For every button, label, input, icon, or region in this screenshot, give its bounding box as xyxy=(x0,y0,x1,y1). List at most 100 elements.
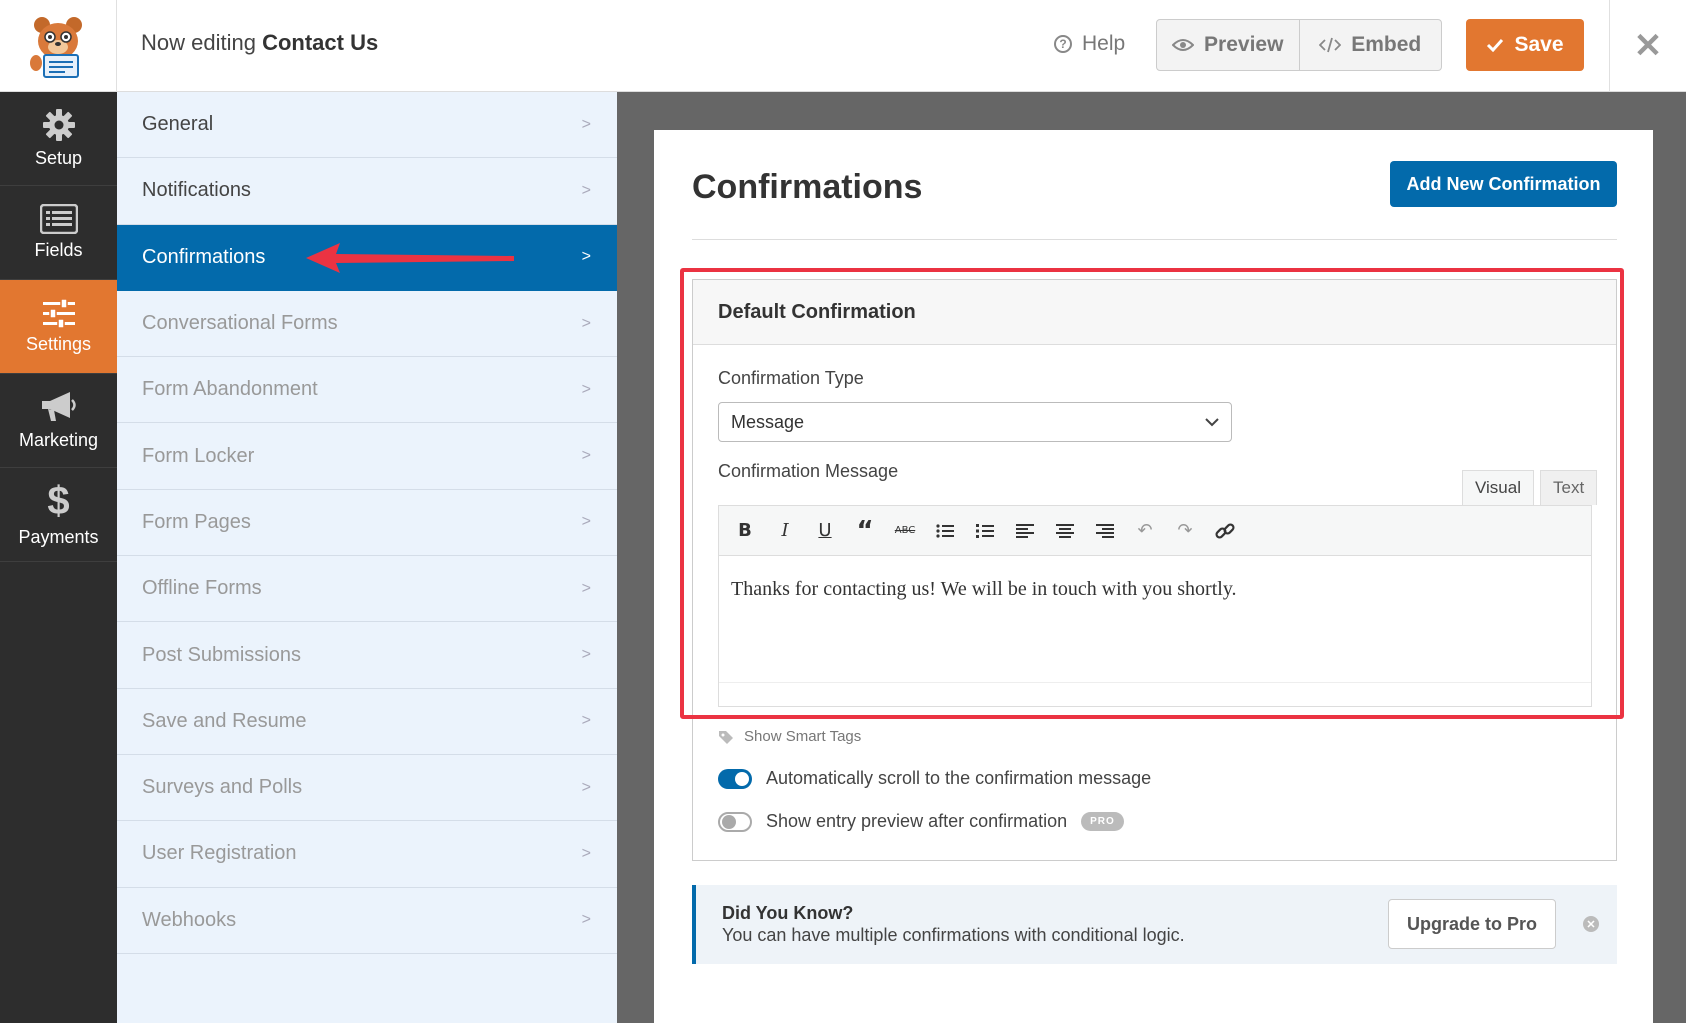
tab-text[interactable]: Text xyxy=(1540,470,1598,505)
nav-settings[interactable]: Settings xyxy=(0,280,117,374)
settings-item-label: Form Abandonment xyxy=(142,378,318,401)
bullet-list-icon[interactable] xyxy=(933,519,957,543)
eye-icon xyxy=(1172,39,1195,51)
strikethrough-icon[interactable]: ABC xyxy=(893,519,917,543)
chevron-right-icon: > xyxy=(581,447,591,465)
embed-button[interactable]: Embed xyxy=(1300,20,1442,70)
chevron-right-icon: > xyxy=(581,380,591,398)
settings-item-surveys-and-polls[interactable]: Surveys and Polls > xyxy=(117,755,617,822)
chevron-right-icon: > xyxy=(581,646,591,664)
bear-mascot-icon xyxy=(30,17,82,78)
chevron-right-icon: > xyxy=(581,844,591,862)
nav-marketing[interactable]: Marketing xyxy=(0,374,117,468)
checkmark-icon xyxy=(1487,38,1504,52)
chevron-right-icon: > xyxy=(581,314,591,332)
add-new-confirmation-button[interactable]: Add New Confirmation xyxy=(1390,161,1617,207)
tab-visual[interactable]: Visual xyxy=(1462,470,1534,505)
settings-panel: General > Notifications > Confirmations > … xyxy=(117,92,617,1023)
confirmation-type-select[interactable]: Message xyxy=(718,402,1232,442)
chevron-right-icon: > xyxy=(581,181,591,199)
divider xyxy=(692,239,1617,240)
editor-resize-bar[interactable] xyxy=(719,682,1591,706)
link-icon[interactable] xyxy=(1213,519,1237,543)
settings-item-label: Surveys and Polls xyxy=(142,776,303,799)
page-title: Confirmations xyxy=(692,168,923,206)
question-circle-icon: ? xyxy=(1054,35,1072,53)
form-name: Contact Us xyxy=(262,30,379,55)
entry-preview-toggle[interactable] xyxy=(718,811,752,832)
editor-tabs: Visual Text xyxy=(1462,470,1598,505)
auto-scroll-toggle-row: Automatically scroll to the confirmation… xyxy=(718,768,1151,789)
chevron-right-icon: > xyxy=(581,579,591,597)
close-icon: ✕ xyxy=(1633,27,1663,65)
auto-scroll-label: Automatically scroll to the confirmation… xyxy=(766,768,1152,788)
align-center-icon[interactable] xyxy=(1053,519,1077,543)
settings-item-user-registration[interactable]: User Registration > xyxy=(117,821,617,888)
confirmation-message-label: Confirmation Message xyxy=(718,461,899,481)
settings-item-label: Form Locker xyxy=(142,444,255,467)
settings-item-general[interactable]: General > xyxy=(117,92,617,159)
editor-toolbar: B I U “ ABC ↶ ↷ xyxy=(719,506,1591,556)
settings-item-conversational-forms[interactable]: Conversational Forms > xyxy=(117,291,617,358)
settings-item-save-and-resume[interactable]: Save and Resume > xyxy=(117,689,617,755)
settings-item-form-abandonment[interactable]: Form Abandonment > xyxy=(117,357,617,424)
close-button[interactable]: ✕ xyxy=(1609,0,1686,92)
align-left-icon[interactable] xyxy=(1013,519,1037,543)
settings-item-label: General xyxy=(142,113,214,136)
settings-item-label: Conversational Forms xyxy=(142,312,338,335)
settings-item-label: Post Submissions xyxy=(142,643,301,666)
help-button[interactable]: ? Help xyxy=(1054,32,1125,56)
show-smart-tags-link[interactable]: Show Smart Tags xyxy=(718,728,861,745)
dollar-icon: $ xyxy=(47,479,70,523)
default-confirmation-box: Default Confirmation Confirmation Type M… xyxy=(692,279,1617,861)
italic-icon[interactable]: I xyxy=(773,519,797,543)
settings-item-post-submissions[interactable]: Post Submissions > xyxy=(117,622,617,689)
builder-sidebar: Setup Fields Settings Marketing $ Paymen… xyxy=(0,92,117,1023)
upgrade-to-pro-button[interactable]: Upgrade to Pro xyxy=(1388,899,1556,949)
numbered-list-icon[interactable] xyxy=(973,519,997,543)
save-button[interactable]: Save xyxy=(1466,19,1584,71)
dismiss-icon[interactable]: ✕ xyxy=(1583,916,1599,932)
entry-preview-toggle-row: Show entry preview after confirmation PR… xyxy=(718,811,1124,832)
editing-prefix: Now editing xyxy=(141,30,256,55)
embed-label: Embed xyxy=(1351,33,1422,56)
confirmations-card: Confirmations Add New Confirmation Defau… xyxy=(654,130,1653,1023)
nav-payments[interactable]: $ Payments xyxy=(0,468,117,562)
nav-setup[interactable]: Setup xyxy=(0,92,117,186)
chevron-right-icon: > xyxy=(581,115,591,133)
message-text[interactable]: Thanks for contacting us! We will be in … xyxy=(719,556,1591,623)
nav-settings-label: Settings xyxy=(25,334,92,354)
save-label: Save xyxy=(1514,33,1564,56)
editing-title: Now editing Contact Us xyxy=(141,30,378,56)
blockquote-icon[interactable]: “ xyxy=(853,516,877,546)
list-icon xyxy=(39,204,78,234)
code-icon xyxy=(1319,37,1342,53)
auto-scroll-toggle[interactable] xyxy=(718,768,752,789)
confirmation-type-label: Confirmation Type xyxy=(718,368,864,388)
megaphone-icon xyxy=(41,392,76,421)
preview-button[interactable]: Preview xyxy=(1157,20,1300,70)
settings-item-offline-forms[interactable]: Offline Forms > xyxy=(117,556,617,623)
redo-icon[interactable]: ↷ xyxy=(1173,519,1197,543)
settings-item-notifications[interactable]: Notifications > xyxy=(117,158,617,225)
smart-tags-label: Show Smart Tags xyxy=(744,728,862,745)
settings-item-label: Save and Resume xyxy=(142,709,307,732)
align-right-icon[interactable] xyxy=(1093,519,1117,543)
sliders-icon xyxy=(42,298,75,328)
red-arrow-annotation xyxy=(306,242,514,273)
settings-item-label: Webhooks xyxy=(142,908,237,931)
bold-icon[interactable]: B xyxy=(733,519,757,543)
notice-title: Did You Know? xyxy=(722,903,854,923)
settings-item-confirmations[interactable]: Confirmations > xyxy=(117,224,617,291)
confirmation-box-title[interactable]: Default Confirmation xyxy=(693,280,1616,345)
confirmation-type-value: Message xyxy=(731,411,805,432)
chevron-right-icon: > xyxy=(581,712,591,730)
underline-icon[interactable]: U xyxy=(813,519,837,543)
settings-item-form-pages[interactable]: Form Pages > xyxy=(117,490,617,557)
settings-item-form-locker[interactable]: Form Locker > xyxy=(117,423,617,490)
settings-item-webhooks[interactable]: Webhooks > xyxy=(117,888,617,954)
gear-icon xyxy=(42,109,75,141)
preview-label: Preview xyxy=(1204,33,1284,56)
nav-fields[interactable]: Fields xyxy=(0,186,117,280)
undo-icon[interactable]: ↶ xyxy=(1133,519,1157,543)
